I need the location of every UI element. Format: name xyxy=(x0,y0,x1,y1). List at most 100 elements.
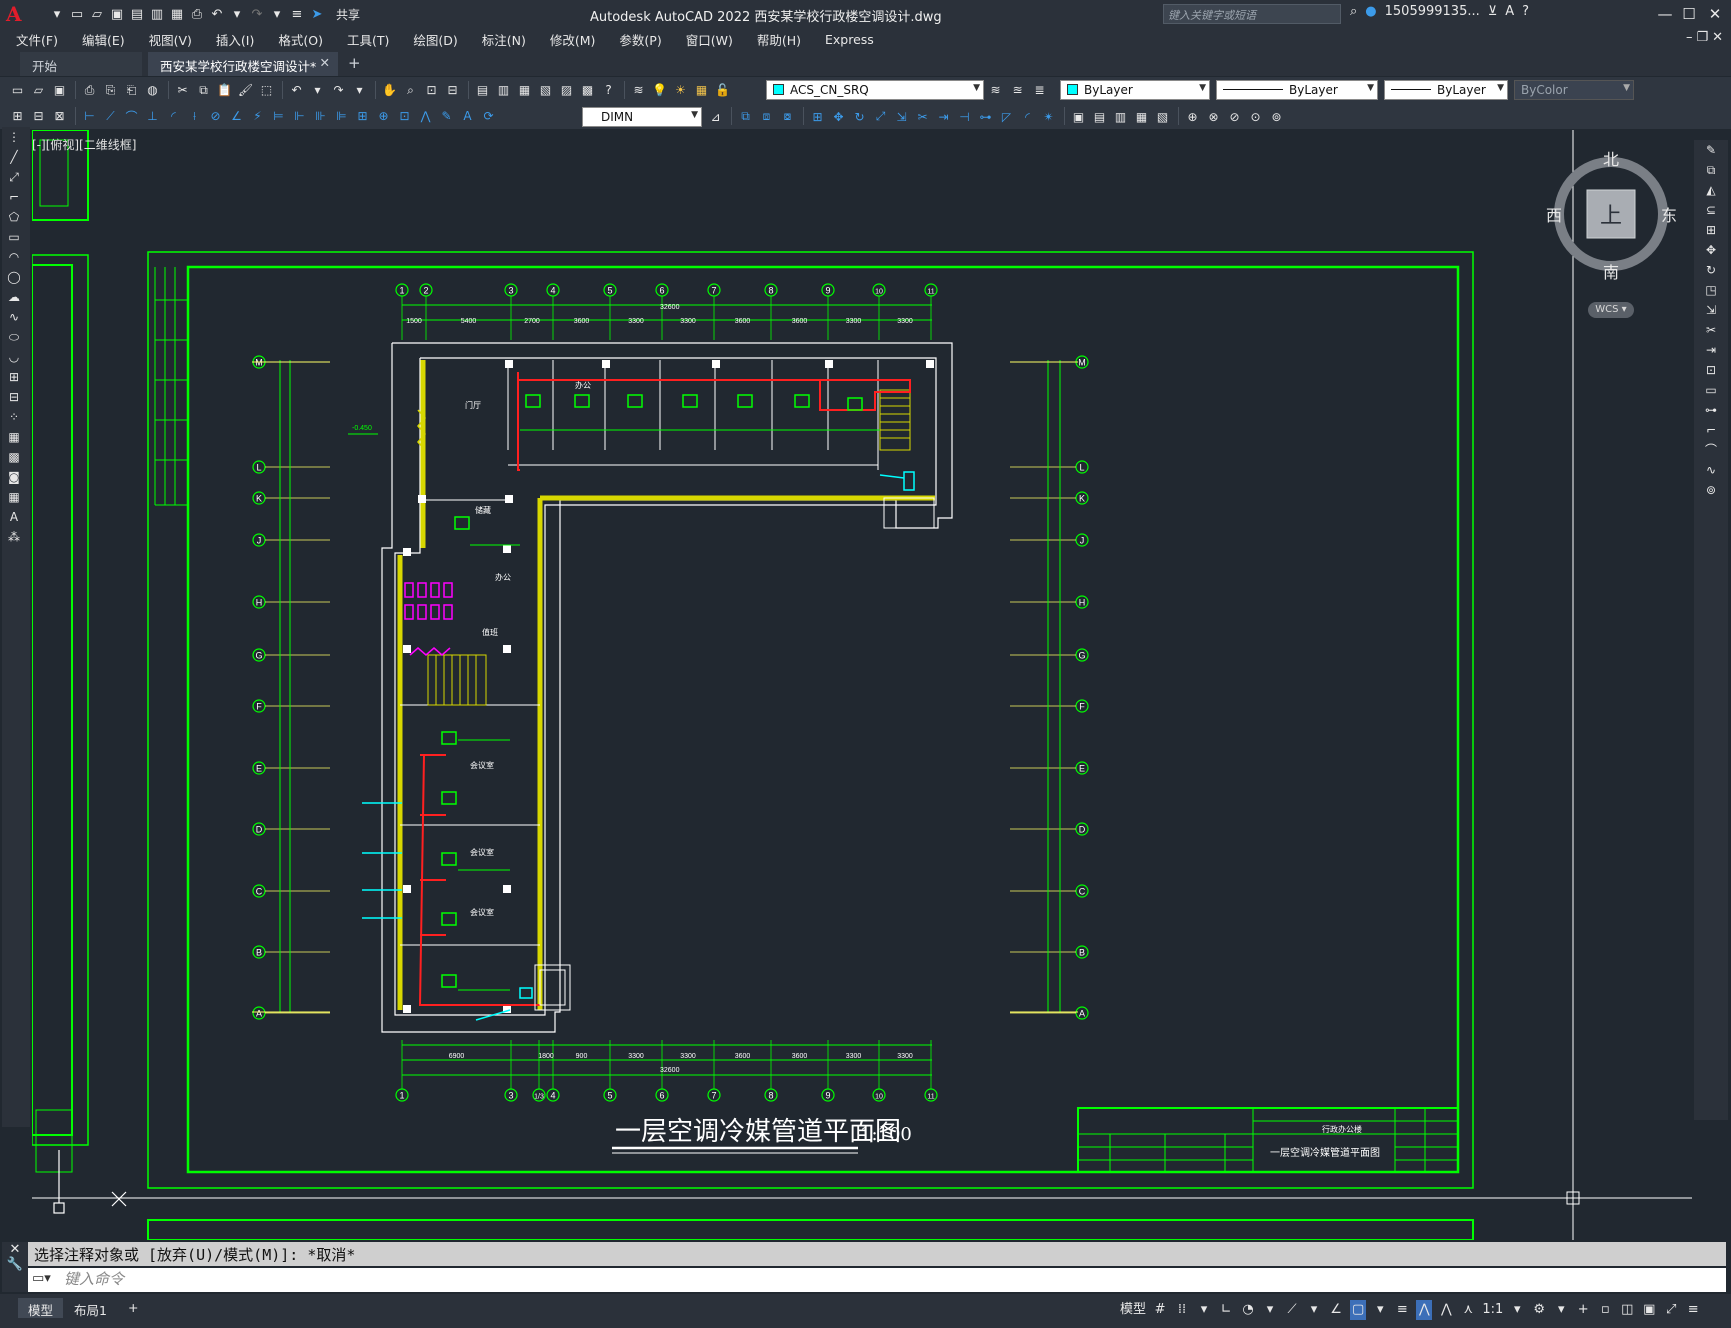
menu-insert[interactable]: 插入(I) xyxy=(216,30,254,49)
scale-dropdown-icon[interactable]: ▾ xyxy=(1509,1300,1525,1320)
pan-icon[interactable]: ✋ xyxy=(380,81,399,100)
save-as-icon[interactable]: ▤ xyxy=(128,5,146,23)
menu-parametric[interactable]: 参数(P) xyxy=(619,30,661,49)
share-icon[interactable]: ➤ xyxy=(308,5,326,23)
ortho-icon[interactable]: ∟ xyxy=(1218,1300,1234,1320)
grid-icon[interactable]: # xyxy=(1152,1300,1168,1320)
insert-block-icon[interactable]: ⊕ xyxy=(1183,107,1202,126)
object-snap-icon[interactable]: ▢ xyxy=(1350,1300,1367,1320)
layer-dropdown[interactable]: ACS_CN_SRQ ▼ xyxy=(766,80,984,100)
extend-icon[interactable]: ⇥ xyxy=(934,107,953,126)
tab-layout1[interactable]: 布局1 xyxy=(64,1298,117,1318)
scale-icon[interactable]: ◳ xyxy=(1694,280,1728,300)
rectangle-icon[interactable]: ▭ xyxy=(2,227,26,247)
polygon-icon[interactable]: ⬠ xyxy=(2,207,26,227)
layer-freeze-icon[interactable]: ☀ xyxy=(671,81,690,100)
draworder-front-icon[interactable]: ▣ xyxy=(1069,107,1088,126)
spline-icon[interactable]: ∿ xyxy=(2,307,26,327)
layer-states-icon[interactable]: ≣ xyxy=(1030,80,1049,99)
close-command-icon[interactable]: ✕ xyxy=(2,1242,28,1257)
app-menu-arrow-icon[interactable]: ▾ xyxy=(48,5,66,23)
match-properties-icon[interactable]: 🖌 xyxy=(236,81,255,100)
maximize-button[interactable]: ☐ xyxy=(1678,4,1700,24)
region-icon[interactable]: ◙ xyxy=(2,467,26,487)
menu-express[interactable]: Express xyxy=(825,32,874,47)
explode-icon[interactable]: ✴ xyxy=(1039,107,1058,126)
pdf-attach-icon[interactable]: ⊚ xyxy=(1267,107,1286,126)
isolate-objects-icon[interactable]: ◫ xyxy=(1619,1300,1635,1320)
menu-format[interactable]: 格式(O) xyxy=(278,30,323,49)
clean-screen-icon[interactable]: ⤢ xyxy=(1663,1300,1679,1320)
lineweight-dropdown[interactable]: ByLayer ▼ xyxy=(1384,80,1508,100)
share-button[interactable]: 共享 xyxy=(336,6,360,23)
table-icon[interactable]: ▦ xyxy=(2,487,26,507)
auto-scale-icon[interactable]: ⋀ xyxy=(1438,1300,1454,1320)
draworder-back-icon[interactable]: ▤ xyxy=(1090,107,1109,126)
copy-object-icon[interactable]: ⧉ xyxy=(736,107,755,126)
radius-dimension-icon[interactable]: ◜ xyxy=(164,107,183,126)
arc-length-icon[interactable]: ⌒ xyxy=(122,107,141,126)
new-icon[interactable]: ▭ xyxy=(8,81,27,100)
tab-start[interactable]: 开始 xyxy=(20,52,142,76)
hatch-back-icon[interactable]: ▦ xyxy=(1132,107,1151,126)
image-attach-icon[interactable]: ⊙ xyxy=(1246,107,1265,126)
dimstyle-dropdown[interactable]: DIMN ▼ xyxy=(582,107,702,127)
copy-icon[interactable]: ⧉ xyxy=(194,81,213,100)
new-tab-icon[interactable]: + xyxy=(348,54,361,72)
stretch-icon[interactable]: ⇲ xyxy=(1694,300,1728,320)
make-block-icon[interactable]: ⊟ xyxy=(2,387,26,407)
workspace-gear-icon[interactable]: ⚙ xyxy=(1531,1300,1547,1320)
add-selected-icon[interactable]: ⁂ xyxy=(2,527,26,547)
tool-palettes-icon[interactable]: ▦ xyxy=(515,81,534,100)
workspace-dropdown-icon[interactable]: ▾ xyxy=(1553,1300,1569,1320)
chamfer-icon[interactable]: ⌐ xyxy=(1694,420,1728,440)
explode-icon[interactable]: ⊚ xyxy=(1694,480,1728,500)
design-center-icon[interactable]: ▥ xyxy=(494,81,513,100)
annotation-scale-value[interactable]: 1:1 xyxy=(1482,1300,1503,1320)
layer-on-icon[interactable]: 💡 xyxy=(650,81,669,100)
units-icon[interactable]: ▫ xyxy=(1597,1300,1613,1320)
snap-dropdown-icon[interactable]: ▾ xyxy=(1196,1300,1212,1320)
ordinate-dimension-icon[interactable]: ⊥ xyxy=(143,107,162,126)
point-icon[interactable]: ⁘ xyxy=(2,407,26,427)
group-icon[interactable]: ▧ xyxy=(1153,107,1172,126)
break-icon[interactable]: ▭ xyxy=(1694,380,1728,400)
customization-icon[interactable]: ≡ xyxy=(1685,1300,1701,1320)
attach-xref-icon[interactable]: ⊘ xyxy=(1225,107,1244,126)
menu-help[interactable]: 帮助(H) xyxy=(757,30,801,49)
viewcube[interactable]: 上 北 南 东 西 xyxy=(1545,148,1685,288)
cut-icon[interactable]: ✂ xyxy=(173,81,192,100)
scale-icon[interactable]: ⤢ xyxy=(871,107,890,126)
plotstyle-dropdown[interactable]: ByColor ▼ xyxy=(1514,80,1634,100)
break-icon[interactable]: ⊣ xyxy=(955,107,974,126)
dimension-text-edit-icon[interactable]: A xyxy=(458,107,477,126)
menu-file[interactable]: 文件(F) xyxy=(16,30,58,49)
insert-block-icon[interactable]: ⊞ xyxy=(2,367,26,387)
chamfer-icon[interactable]: ◸ xyxy=(997,107,1016,126)
viewport-controls-label[interactable]: [-][俯视][二维线框] xyxy=(32,136,136,153)
tab-drawing[interactable]: 西安某学校行政楼空调设计* ✕ xyxy=(148,52,338,76)
tab-model[interactable]: 模型 xyxy=(18,1298,64,1318)
customize-qa-icon[interactable]: ≡ xyxy=(288,5,306,23)
polyline-icon[interactable]: ⌐ xyxy=(2,187,26,207)
arc-icon[interactable]: ◠ xyxy=(2,247,26,267)
rotate-icon[interactable]: ↻ xyxy=(850,107,869,126)
markup-icon[interactable]: ▨ xyxy=(557,81,576,100)
offset-icon[interactable]: ⊆ xyxy=(1694,200,1728,220)
hatch-icon[interactable]: ▦ xyxy=(2,427,26,447)
fillet-icon[interactable]: ⌒ xyxy=(1694,440,1728,460)
undo-icon[interactable]: ↶ xyxy=(208,5,226,23)
search-icon[interactable]: ⌕ xyxy=(1350,4,1357,19)
object-snap-tracking-icon[interactable]: ∠ xyxy=(1328,1300,1344,1320)
zoom-window-icon[interactable]: ⊡ xyxy=(422,81,441,100)
extend-icon[interactable]: ⇥ xyxy=(1694,340,1728,360)
close-tab-icon[interactable]: ✕ xyxy=(320,55,330,70)
zoom-realtime-icon[interactable]: ⌕ xyxy=(401,81,420,100)
copy-icon[interactable]: ⧉ xyxy=(1694,160,1728,180)
properties-icon[interactable]: ▤ xyxy=(473,81,492,100)
help-search-input[interactable]: 键入关键字或短语 xyxy=(1163,4,1341,24)
layer-lock-icon[interactable]: 🔓 xyxy=(713,81,732,100)
move-icon[interactable]: ✥ xyxy=(829,107,848,126)
dimension-space-icon[interactable]: ⊪ xyxy=(311,107,330,126)
redo-dropdown-icon[interactable]: ▾ xyxy=(268,5,286,23)
